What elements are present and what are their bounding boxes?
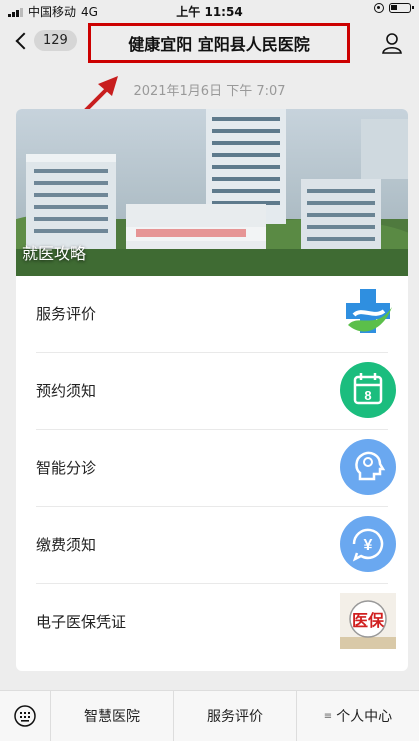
list-item-label: 智能分诊	[36, 459, 97, 477]
menu-tab-service-review[interactable]: 服务评价	[174, 691, 297, 741]
article-date: 2021年1月6日 下午 7:07	[133, 84, 286, 99]
menu-tab-label: 服务评价	[207, 709, 263, 725]
user-profile-icon[interactable]	[381, 32, 403, 54]
list-item-smart-triage[interactable]: 智能分诊	[36, 430, 396, 507]
list-item-label: 电子医保凭证	[36, 613, 127, 631]
status-time: 上午 11:54	[176, 5, 243, 19]
svg-text:医保: 医保	[352, 611, 385, 630]
status-bar: 中国移动 4G 上午 11:54	[0, 0, 419, 20]
menu-tab-label: 个人中心	[336, 709, 393, 725]
title-highlight-box: 健康宜阳 宜阳县人民医院	[88, 23, 350, 63]
list-item-appointment-notice[interactable]: 预约须知 8	[36, 353, 396, 430]
menu-tab-personal-center[interactable]: ≡ 个人中心	[297, 691, 419, 741]
orientation-lock-icon	[374, 3, 384, 13]
submenu-icon: ≡	[323, 710, 333, 722]
svg-text:¥: ¥	[364, 537, 373, 554]
chevron-left-icon	[15, 32, 33, 49]
svg-text:8: 8	[364, 388, 371, 403]
hospital-banner[interactable]: 就医攻略	[16, 109, 408, 276]
list-item-e-insurance-certificate[interactable]: 电子医保凭证 医保	[36, 584, 396, 660]
yuan-payment-icon: ¥	[340, 516, 396, 572]
content-card: 就医攻略 服务评价 预约须知 8 智能分诊 缴费须知 ¥ 电子医保凭证 医保	[16, 109, 408, 671]
battery-icon	[389, 3, 414, 13]
calendar-icon: 8	[340, 362, 396, 418]
back-button[interactable]: 129	[14, 30, 77, 51]
unread-count-badge: 129	[34, 30, 77, 51]
list-item-label: 缴费须知	[36, 536, 97, 554]
list-item-label: 预约须知	[36, 382, 97, 400]
head-brain-icon	[340, 439, 396, 495]
list-item-payment-notice[interactable]: 缴费须知 ¥	[36, 507, 396, 584]
nav-bar: 129 健康宜阳 宜阳县人民医院	[0, 20, 419, 66]
hospital-cross-icon	[346, 289, 392, 333]
bottom-menu-bar: 智慧医院 服务评价 ≡ 个人中心	[0, 690, 419, 741]
list-item-label: 服务评价	[36, 305, 97, 323]
list-item-service-review[interactable]: 服务评价	[36, 276, 392, 353]
menu-tab-label: 智慧医院	[84, 709, 140, 725]
banner-label: 就医攻略	[22, 244, 87, 263]
keyboard-toggle-button[interactable]	[0, 691, 51, 741]
keyboard-icon	[14, 705, 36, 727]
menu-tab-smart-hospital[interactable]: 智慧医院	[51, 691, 174, 741]
medical-insurance-icon: 医保	[340, 593, 396, 649]
page-title: 健康宜阳 宜阳县人民医院	[128, 35, 310, 54]
